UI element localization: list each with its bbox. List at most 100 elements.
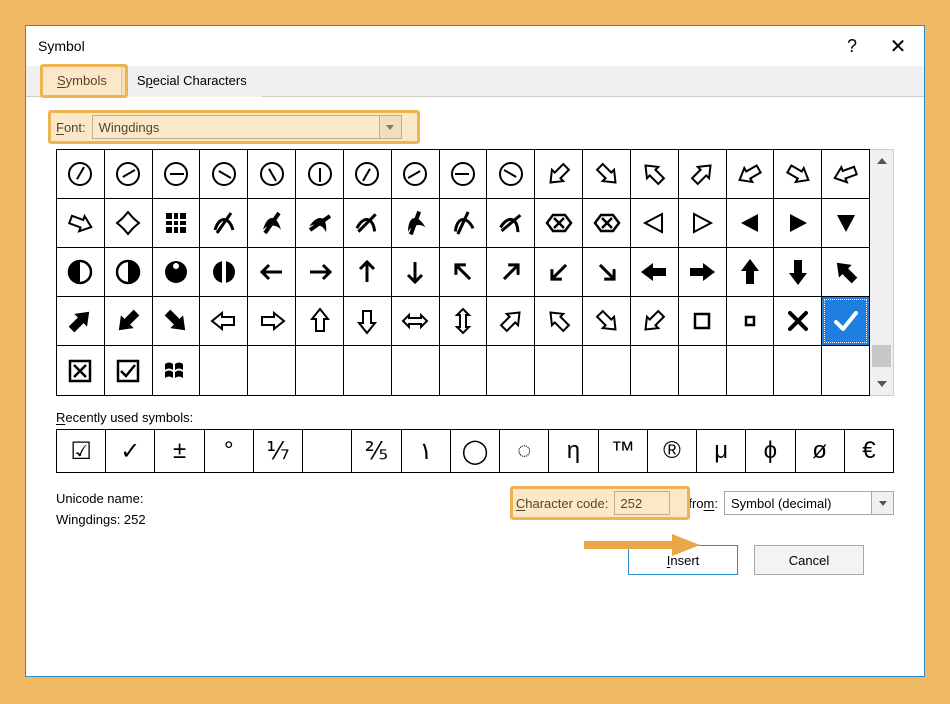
symbol-cell[interactable] bbox=[344, 297, 392, 345]
symbol-cell[interactable] bbox=[535, 150, 583, 198]
symbol-cell[interactable] bbox=[822, 150, 869, 198]
symbol-cell[interactable] bbox=[631, 199, 679, 247]
symbol-cell[interactable] bbox=[200, 346, 248, 395]
symbol-cell[interactable] bbox=[344, 150, 392, 198]
symbol-cell[interactable] bbox=[153, 248, 201, 296]
symbol-cell[interactable] bbox=[105, 248, 153, 296]
symbol-cell[interactable] bbox=[296, 248, 344, 296]
recent-symbol-cell[interactable]: ° bbox=[205, 430, 254, 472]
symbol-cell[interactable] bbox=[57, 346, 105, 395]
symbol-cell[interactable] bbox=[583, 297, 631, 345]
recent-symbol-cell[interactable]: ± bbox=[155, 430, 204, 472]
symbol-cell[interactable] bbox=[344, 199, 392, 247]
tab-special-characters[interactable]: Special Characters bbox=[122, 66, 262, 97]
symbol-cell[interactable] bbox=[727, 199, 775, 247]
symbol-cell[interactable] bbox=[200, 150, 248, 198]
symbol-cell[interactable] bbox=[344, 248, 392, 296]
cancel-button[interactable]: Cancel bbox=[754, 545, 864, 575]
symbol-cell[interactable] bbox=[774, 199, 822, 247]
symbol-cell[interactable] bbox=[535, 297, 583, 345]
symbol-cell[interactable] bbox=[535, 199, 583, 247]
symbol-cell[interactable] bbox=[727, 297, 775, 345]
symbol-cell[interactable] bbox=[200, 199, 248, 247]
symbol-cell[interactable] bbox=[774, 248, 822, 296]
symbol-cell[interactable] bbox=[583, 199, 631, 247]
symbol-cell[interactable] bbox=[153, 297, 201, 345]
symbol-cell[interactable] bbox=[440, 150, 488, 198]
scroll-thumb[interactable] bbox=[872, 345, 891, 367]
symbol-cell[interactable] bbox=[487, 199, 535, 247]
symbol-cell[interactable] bbox=[153, 199, 201, 247]
scroll-down-button[interactable] bbox=[870, 373, 893, 395]
insert-button[interactable]: Insert bbox=[628, 545, 738, 575]
recent-symbol-cell[interactable]: ø bbox=[796, 430, 845, 472]
symbol-cell[interactable] bbox=[248, 199, 296, 247]
symbol-cell[interactable] bbox=[296, 199, 344, 247]
symbol-cell[interactable] bbox=[153, 346, 201, 395]
symbol-cell[interactable] bbox=[822, 346, 869, 395]
symbol-cell[interactable] bbox=[296, 297, 344, 345]
recent-symbol-cell[interactable]: μ bbox=[697, 430, 746, 472]
recent-symbol-cell[interactable] bbox=[303, 430, 352, 472]
recent-symbol-cell[interactable]: ◯ bbox=[451, 430, 500, 472]
from-dropdown[interactable]: Symbol (decimal) bbox=[724, 491, 894, 515]
symbol-cell[interactable] bbox=[57, 199, 105, 247]
close-button[interactable]: ✕ bbox=[878, 26, 918, 66]
symbol-cell[interactable] bbox=[583, 346, 631, 395]
symbol-cell[interactable] bbox=[727, 346, 775, 395]
symbol-cell[interactable] bbox=[105, 346, 153, 395]
symbol-cell[interactable] bbox=[774, 346, 822, 395]
symbol-cell[interactable] bbox=[248, 297, 296, 345]
symbol-cell[interactable] bbox=[822, 248, 869, 296]
recent-symbol-cell[interactable]: ☑ bbox=[57, 430, 106, 472]
symbol-cell[interactable] bbox=[392, 248, 440, 296]
symbol-cell[interactable] bbox=[679, 297, 727, 345]
symbol-cell[interactable] bbox=[631, 248, 679, 296]
symbol-cell[interactable] bbox=[631, 150, 679, 198]
charcode-input[interactable]: 252 bbox=[614, 491, 670, 515]
symbol-cell[interactable] bbox=[57, 248, 105, 296]
symbol-cell[interactable] bbox=[105, 297, 153, 345]
symbol-cell[interactable] bbox=[440, 248, 488, 296]
recent-symbol-cell[interactable]: ✓ bbox=[106, 430, 155, 472]
symbol-cell[interactable] bbox=[535, 346, 583, 395]
symbol-cell[interactable] bbox=[392, 150, 440, 198]
symbol-cell[interactable] bbox=[487, 297, 535, 345]
symbol-cell[interactable] bbox=[583, 150, 631, 198]
symbol-cell[interactable] bbox=[440, 346, 488, 395]
recent-symbol-cell[interactable]: € bbox=[845, 430, 893, 472]
font-dropdown[interactable]: Wingdings bbox=[92, 115, 402, 139]
symbol-cell[interactable] bbox=[105, 150, 153, 198]
symbol-cell[interactable] bbox=[679, 150, 727, 198]
symbol-cell[interactable] bbox=[727, 248, 775, 296]
symbol-cell[interactable] bbox=[392, 346, 440, 395]
symbol-cell[interactable] bbox=[487, 150, 535, 198]
tab-symbols[interactable]: Symbols bbox=[42, 66, 122, 97]
symbol-cell[interactable] bbox=[57, 297, 105, 345]
symbol-cell[interactable] bbox=[727, 150, 775, 198]
symbol-cell[interactable] bbox=[822, 297, 869, 345]
symbol-cell[interactable] bbox=[200, 248, 248, 296]
help-button[interactable]: ? bbox=[832, 26, 872, 66]
recent-symbol-cell[interactable]: η bbox=[549, 430, 598, 472]
symbol-cell[interactable] bbox=[679, 346, 727, 395]
symbol-cell[interactable] bbox=[487, 248, 535, 296]
recent-symbol-cell[interactable]: ⅐ bbox=[254, 430, 303, 472]
symbol-cell[interactable] bbox=[679, 248, 727, 296]
symbol-cell[interactable] bbox=[200, 297, 248, 345]
symbol-cell[interactable] bbox=[822, 199, 869, 247]
symbol-cell[interactable] bbox=[105, 199, 153, 247]
symbol-cell[interactable] bbox=[679, 199, 727, 247]
symbol-cell[interactable] bbox=[248, 346, 296, 395]
symbol-cell[interactable] bbox=[392, 199, 440, 247]
chevron-down-icon[interactable] bbox=[871, 492, 893, 514]
symbol-cell[interactable] bbox=[248, 150, 296, 198]
symbol-cell[interactable] bbox=[248, 248, 296, 296]
symbol-cell[interactable] bbox=[774, 297, 822, 345]
symbol-cell[interactable] bbox=[57, 150, 105, 198]
symbol-cell[interactable] bbox=[296, 150, 344, 198]
scroll-up-button[interactable] bbox=[870, 150, 893, 172]
symbol-cell[interactable] bbox=[487, 346, 535, 395]
symbol-cell[interactable] bbox=[774, 150, 822, 198]
symbol-cell[interactable] bbox=[440, 199, 488, 247]
